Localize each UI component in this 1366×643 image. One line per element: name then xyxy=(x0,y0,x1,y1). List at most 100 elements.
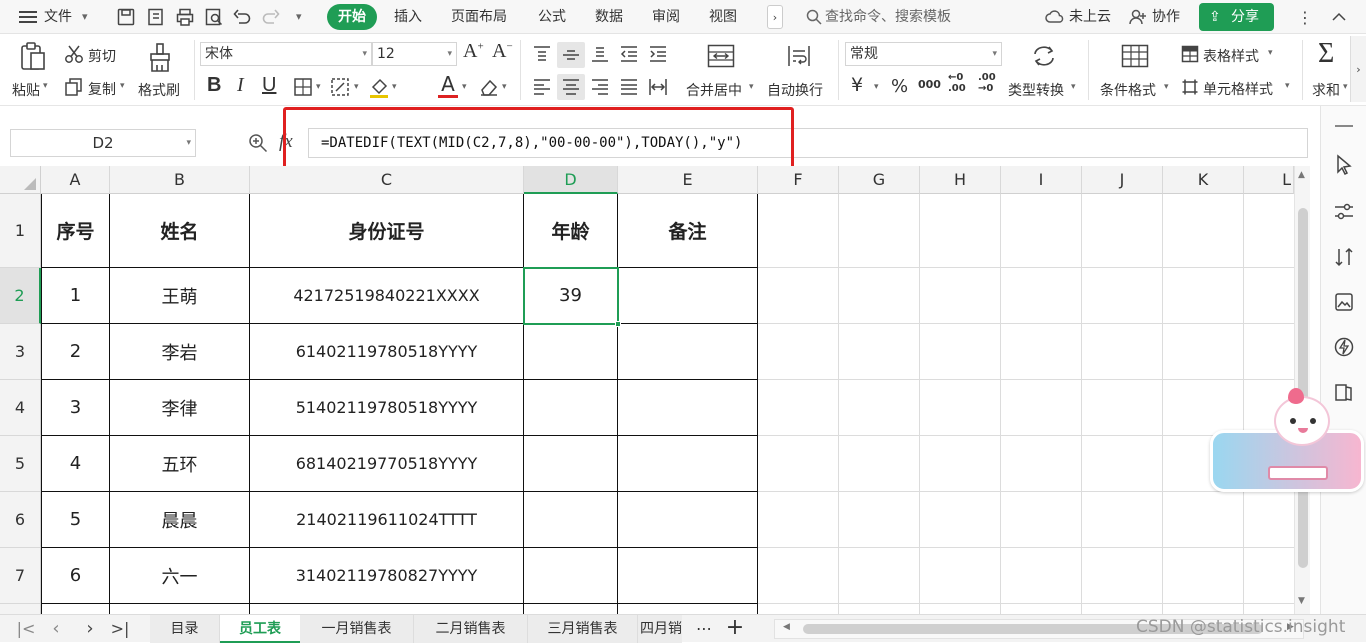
pattern-dropdown-icon[interactable]: ▾ xyxy=(354,82,359,92)
zoom-icon[interactable] xyxy=(247,132,269,154)
format-painter-button[interactable]: 格式刷 xyxy=(138,80,180,100)
tab-data[interactable]: 数据 xyxy=(595,0,623,34)
wrap-text-icon[interactable] xyxy=(784,42,814,70)
currency-icon[interactable]: ¥ xyxy=(851,74,863,96)
merge-center-icon[interactable] xyxy=(706,42,736,70)
scroll-up-icon[interactable]: ▲ xyxy=(1298,170,1305,180)
cut-button[interactable]: 剪切 xyxy=(88,46,116,66)
sheet-tab-feb-sales[interactable]: 二月销售表 xyxy=(414,615,528,643)
row-header-1[interactable]: 1 xyxy=(0,194,41,268)
undo-icon[interactable] xyxy=(232,7,252,27)
column-header-h[interactable]: H xyxy=(920,166,1001,194)
column-header-k[interactable]: K xyxy=(1163,166,1244,194)
border-dropdown-icon[interactable]: ▾ xyxy=(316,82,321,92)
cloud-status[interactable]: 未上云 xyxy=(1069,0,1111,34)
number-format-select[interactable]: 常规 ▾ xyxy=(845,42,1002,66)
column-header-j[interactable]: J xyxy=(1082,166,1163,194)
row-header-6[interactable]: 6 xyxy=(0,492,41,548)
cell-c7[interactable]: 31402119780827YYYY xyxy=(250,548,523,603)
align-center-icon[interactable] xyxy=(557,74,585,100)
cell-a5[interactable]: 4 xyxy=(42,436,109,491)
header-cell-notes[interactable]: 备注 xyxy=(618,194,757,267)
more-sheets-button[interactable]: ⋯ xyxy=(694,615,714,643)
copy-icon[interactable] xyxy=(64,77,84,97)
cell-a3[interactable]: 2 xyxy=(42,324,109,379)
decrease-font-icon[interactable]: A− xyxy=(492,40,513,63)
column-header-a[interactable]: A xyxy=(41,166,110,194)
lightning-icon[interactable] xyxy=(1333,336,1355,358)
cell-e7[interactable] xyxy=(618,548,757,603)
tab-formulas[interactable]: 公式 xyxy=(538,0,566,34)
italic-icon[interactable]: I xyxy=(237,74,244,97)
align-top-icon[interactable] xyxy=(532,44,552,64)
paste-dropdown-icon[interactable]: ▾ xyxy=(43,81,48,91)
cell-e6[interactable] xyxy=(618,492,757,547)
header-cell-id-number[interactable]: 身份证号 xyxy=(250,194,523,267)
font-color-dropdown-icon[interactable]: ▾ xyxy=(462,82,467,92)
cell-b6[interactable]: 晨晨 xyxy=(110,492,249,547)
sheet-tab-jan-sales[interactable]: 一月销售表 xyxy=(300,615,414,643)
decrease-decimal-icon[interactable]: .00 →0 xyxy=(978,72,996,94)
sum-icon[interactable]: Σ xyxy=(1318,38,1334,70)
sum-button[interactable]: 求和 xyxy=(1312,80,1340,100)
column-header-c[interactable]: C xyxy=(250,166,524,194)
share-button[interactable]: ⇪ 分享 xyxy=(1199,3,1274,31)
file-menu[interactable]: 文件 xyxy=(44,0,72,34)
table-style-icon[interactable] xyxy=(1180,44,1200,64)
border-icon[interactable] xyxy=(292,77,314,97)
merge-dropdown-icon[interactable]: ▾ xyxy=(749,82,754,92)
paste-button[interactable]: 粘贴 xyxy=(12,80,40,100)
add-sheet-button[interactable]: + xyxy=(724,615,746,643)
cell-e4[interactable] xyxy=(618,380,757,435)
hamburger-icon[interactable] xyxy=(18,9,38,25)
type-convert-button[interactable]: 类型转换 xyxy=(1008,80,1064,100)
save-icon[interactable] xyxy=(116,7,136,27)
cell-a6[interactable]: 5 xyxy=(42,492,109,547)
sheet-tab-employees[interactable]: 员工表 xyxy=(220,615,300,643)
cell-fill-pattern-icon[interactable] xyxy=(329,77,351,97)
cursor-select-icon[interactable] xyxy=(1333,154,1355,176)
font-color-icon[interactable]: A xyxy=(438,72,458,98)
prev-sheet-icon[interactable]: ‹ xyxy=(48,615,64,643)
cell-a7[interactable]: 6 xyxy=(42,548,109,603)
cell-c2[interactable]: 42172519840221XXXX xyxy=(250,268,523,323)
header-cell-name[interactable]: 姓名 xyxy=(110,194,249,267)
cell-b3[interactable]: 李岩 xyxy=(110,324,249,379)
cell-d6[interactable] xyxy=(524,492,617,547)
decrease-indent-icon[interactable] xyxy=(619,44,639,64)
font-name-select[interactable]: 宋体 ▾ xyxy=(200,42,372,66)
search-icon[interactable] xyxy=(805,8,823,26)
cell-d3[interactable] xyxy=(524,324,617,379)
currency-dropdown-icon[interactable]: ▾ xyxy=(874,82,879,92)
tab-view[interactable]: 视图 xyxy=(709,0,737,34)
type-convert-icon[interactable] xyxy=(1029,42,1059,70)
column-header-g[interactable]: G xyxy=(839,166,920,194)
cell-c4[interactable]: 51402119780518YYYY xyxy=(250,380,523,435)
more-options-icon[interactable]: ⋮ xyxy=(1297,8,1313,27)
wrap-text-button[interactable]: 自动换行 xyxy=(767,80,823,100)
cell-e5[interactable] xyxy=(618,436,757,491)
conditional-format-button[interactable]: 条件格式 xyxy=(1100,80,1156,100)
increase-decimal-icon[interactable]: ←0.00 xyxy=(948,72,966,94)
first-sheet-icon[interactable]: |< xyxy=(16,615,36,643)
table-style-dropdown-icon[interactable]: ▾ xyxy=(1268,48,1273,58)
sheet-tab-apr-sales[interactable]: 四月销 xyxy=(638,615,682,643)
cell-c3[interactable]: 61402119780518YYYY xyxy=(250,324,523,379)
column-header-f[interactable]: F xyxy=(758,166,839,194)
cell-d7[interactable] xyxy=(524,548,617,603)
cell-b7[interactable]: 六一 xyxy=(110,548,249,603)
clear-format-icon[interactable] xyxy=(478,77,500,97)
sheet-tab-mar-sales[interactable]: 三月销售表 xyxy=(528,615,638,643)
sum-dropdown-icon[interactable]: ▾ xyxy=(1343,82,1348,92)
collaborate-icon[interactable] xyxy=(1128,8,1148,26)
header-cell-index[interactable]: 序号 xyxy=(42,194,109,267)
ribbon-scroll-right-icon[interactable]: › xyxy=(1350,36,1366,102)
justify-icon[interactable] xyxy=(619,77,639,97)
redo-icon[interactable] xyxy=(261,7,281,27)
copy-button[interactable]: 复制 xyxy=(88,79,116,99)
fill-color-icon[interactable] xyxy=(368,77,390,99)
font-size-select[interactable]: 12 ▾ xyxy=(372,42,457,66)
tab-page-layout[interactable]: 页面布局 xyxy=(451,0,507,34)
column-header-l[interactable]: L xyxy=(1244,166,1294,194)
format-painter-icon[interactable] xyxy=(147,42,173,74)
